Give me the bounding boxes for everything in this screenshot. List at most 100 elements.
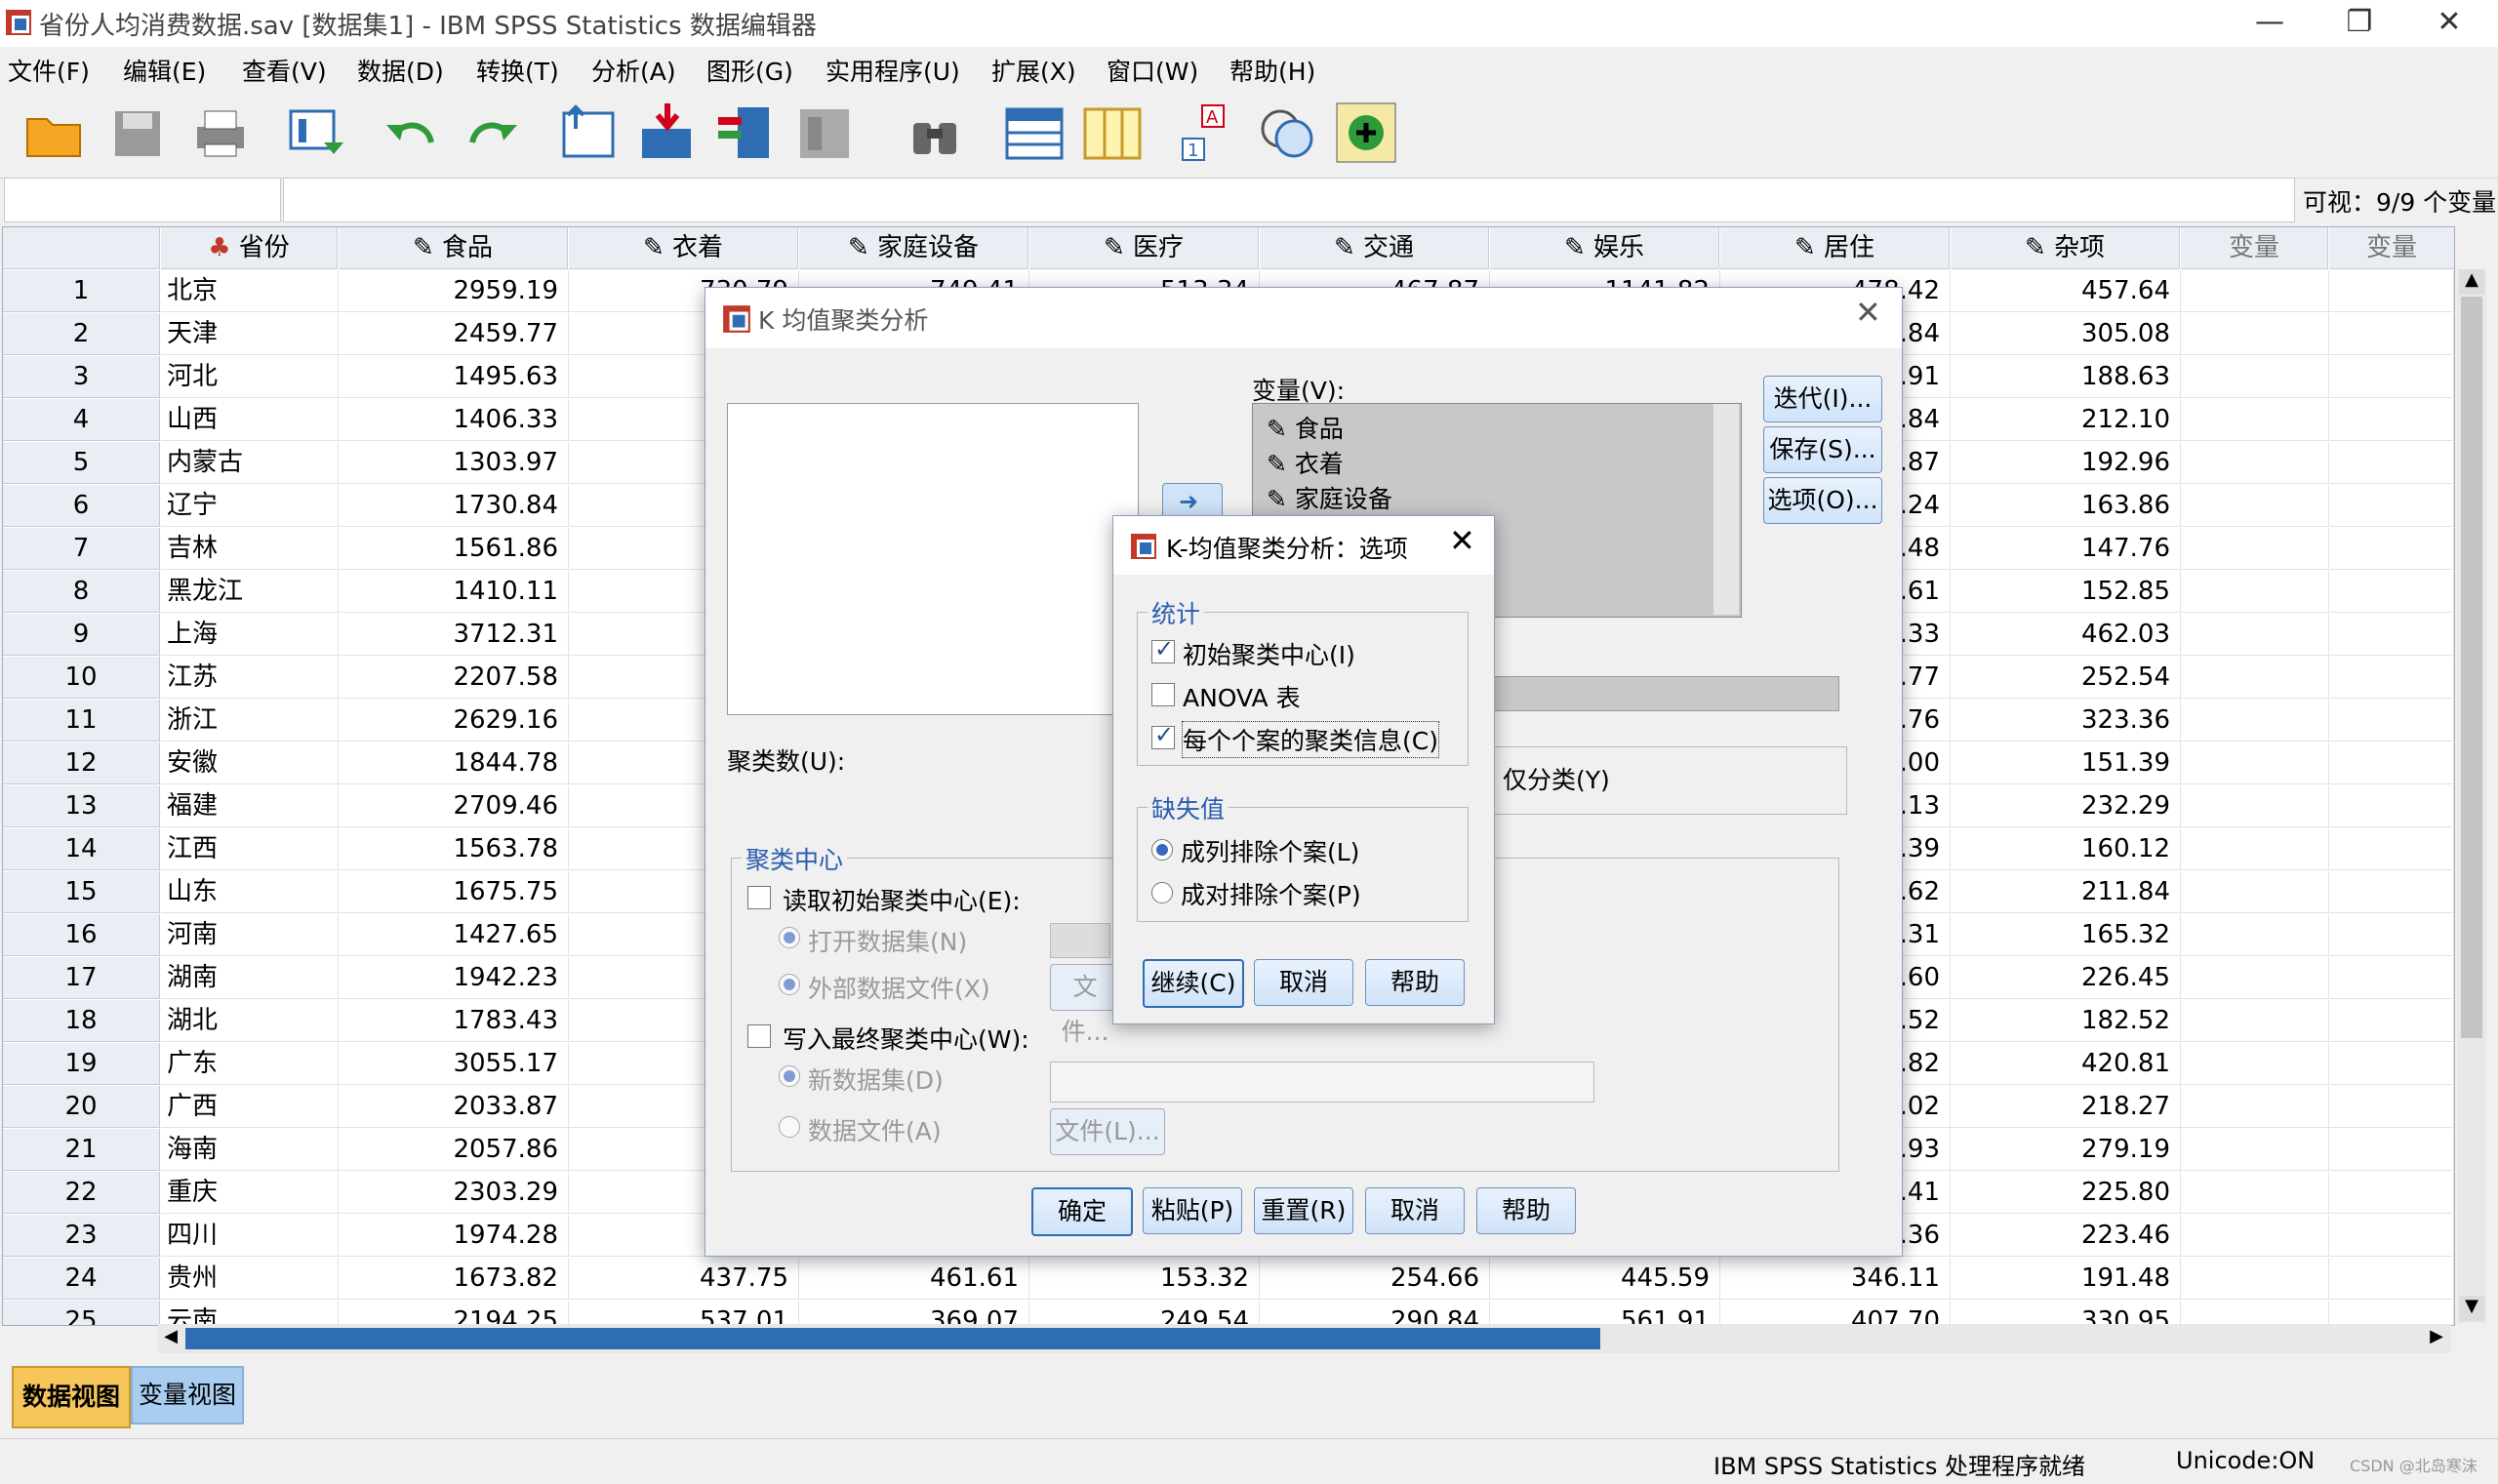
table-cell[interactable]: 黑龙江: [161, 571, 339, 613]
table-cell[interactable]: 1730.84: [339, 485, 569, 527]
menu-analyze[interactable]: 分析(A): [591, 53, 676, 88]
row-number[interactable]: 10: [3, 657, 160, 699]
empty-cell[interactable]: [2181, 742, 2329, 784]
row-number[interactable]: 24: [3, 1258, 160, 1300]
row-number[interactable]: 11: [3, 700, 160, 742]
external-file-radio[interactable]: [779, 974, 800, 995]
goto-variable-icon[interactable]: [634, 100, 701, 166]
table-cell[interactable]: 226.45: [1951, 957, 2181, 999]
empty-cell[interactable]: [2329, 313, 2454, 355]
table-cell[interactable]: 1303.97: [339, 442, 569, 484]
empty-cell[interactable]: [2329, 1043, 2454, 1085]
run-descriptives-icon[interactable]: [792, 100, 859, 166]
case-label-field[interactable]: [1494, 676, 1839, 711]
empty-cell[interactable]: [2181, 828, 2329, 870]
table-cell[interactable]: 461.61: [799, 1258, 1029, 1300]
table-cell[interactable]: 457.64: [1951, 270, 2181, 312]
empty-cell[interactable]: [2329, 485, 2454, 527]
row-number[interactable]: 7: [3, 528, 160, 570]
column-header[interactable]: ✎ 娱乐: [1490, 227, 1719, 269]
table-cell[interactable]: 河北: [161, 356, 339, 398]
empty-cell[interactable]: [2181, 442, 2329, 484]
cell-value-field[interactable]: [283, 178, 2295, 222]
empty-cell[interactable]: [2329, 1129, 2454, 1171]
column-header[interactable]: ✎ 杂项: [1951, 227, 2180, 269]
table-cell[interactable]: 279.19: [1951, 1129, 2181, 1171]
goto-case-icon[interactable]: [556, 100, 623, 166]
table-cell[interactable]: 广东: [161, 1043, 339, 1085]
table-cell[interactable]: 211.84: [1951, 871, 2181, 913]
continue-button[interactable]: 继续(C): [1143, 959, 1244, 1008]
table-cell[interactable]: 153.32: [1029, 1258, 1260, 1300]
initial-centers-checkbox[interactable]: ✓: [1151, 635, 1175, 663]
scroll-left-icon[interactable]: ◀: [158, 1326, 183, 1351]
options-button[interactable]: 选项(O)...: [1763, 477, 1882, 524]
data-file-radio[interactable]: [779, 1116, 800, 1138]
table-cell[interactable]: 437.75: [569, 1258, 799, 1300]
table-cell[interactable]: 1673.82: [339, 1258, 569, 1300]
empty-cell[interactable]: [2329, 871, 2454, 913]
menu-edit[interactable]: 编辑(E): [123, 53, 206, 88]
scroll-up-icon[interactable]: ▲: [2459, 269, 2484, 295]
row-number[interactable]: 5: [3, 442, 160, 484]
table-cell[interactable]: 323.36: [1951, 700, 2181, 742]
row-number[interactable]: 23: [3, 1215, 160, 1257]
table-cell[interactable]: 上海: [161, 614, 339, 656]
table-cell[interactable]: 1427.65: [339, 914, 569, 956]
table-cell[interactable]: 北京: [161, 270, 339, 312]
column-header[interactable]: 变量: [2181, 227, 2328, 269]
table-cell[interactable]: 吉林: [161, 528, 339, 570]
list-item[interactable]: ✎ 衣着: [1267, 445, 1344, 480]
empty-cell[interactable]: [2181, 1129, 2329, 1171]
empty-cell[interactable]: [2329, 356, 2454, 398]
table-cell[interactable]: 安徽: [161, 742, 339, 784]
table-cell[interactable]: 160.12: [1951, 828, 2181, 870]
row-number[interactable]: 13: [3, 785, 160, 827]
table-cell[interactable]: 305.08: [1951, 313, 2181, 355]
column-header[interactable]: 变量: [2329, 227, 2454, 269]
file-button-2[interactable]: 文件(L)...: [1050, 1108, 1165, 1155]
menu-data[interactable]: 数据(D): [357, 53, 444, 88]
empty-cell[interactable]: [2329, 571, 2454, 613]
empty-cell[interactable]: [2329, 528, 2454, 570]
table-cell[interactable]: 1844.78: [339, 742, 569, 784]
row-number[interactable]: 17: [3, 957, 160, 999]
empty-cell[interactable]: [2181, 1086, 2329, 1128]
empty-cell[interactable]: [2181, 871, 2329, 913]
redo-icon[interactable]: [459, 100, 525, 166]
open-dataset-radio[interactable]: [779, 927, 800, 948]
table-cell[interactable]: 重庆: [161, 1172, 339, 1214]
column-header[interactable]: ✎ 居住: [1720, 227, 1950, 269]
empty-cell[interactable]: [2181, 1301, 2329, 1325]
undo-icon[interactable]: [379, 100, 445, 166]
empty-cell[interactable]: [2329, 785, 2454, 827]
table-cell[interactable]: 云南: [161, 1301, 339, 1325]
table-cell[interactable]: 2207.58: [339, 657, 569, 699]
menu-utilities[interactable]: 实用程序(U): [826, 53, 960, 88]
empty-cell[interactable]: [2329, 914, 2454, 956]
table-cell[interactable]: 广西: [161, 1086, 339, 1128]
save-icon[interactable]: [105, 100, 172, 166]
row-number[interactable]: 8: [3, 571, 160, 613]
empty-cell[interactable]: [2181, 399, 2329, 441]
find-icon[interactable]: [902, 100, 968, 166]
add-extension-icon[interactable]: [1333, 100, 1399, 166]
list-scrollbar[interactable]: [1713, 404, 1739, 615]
variables-icon[interactable]: [712, 100, 779, 166]
table-cell[interactable]: 内蒙古: [161, 442, 339, 484]
table-cell[interactable]: 湖南: [161, 957, 339, 999]
horizontal-scrollbar[interactable]: ◀ ▶: [158, 1324, 2451, 1353]
scroll-down-icon[interactable]: ▼: [2459, 1296, 2484, 1321]
table-cell[interactable]: 252.54: [1951, 657, 2181, 699]
iterate-button[interactable]: 迭代(I)...: [1763, 376, 1882, 422]
insert-variable-icon[interactable]: [1079, 100, 1146, 166]
table-cell[interactable]: 2033.87: [339, 1086, 569, 1128]
row-number[interactable]: 14: [3, 828, 160, 870]
insert-cases-icon[interactable]: [1001, 100, 1068, 166]
column-header[interactable]: ✎ 食品: [339, 227, 568, 269]
ok-button[interactable]: 确定: [1031, 1187, 1133, 1236]
table-cell[interactable]: 223.46: [1951, 1215, 2181, 1257]
table-cell[interactable]: 3712.31: [339, 614, 569, 656]
table-cell[interactable]: 346.11: [1720, 1258, 1951, 1300]
read-initial-checkbox[interactable]: [747, 886, 771, 909]
